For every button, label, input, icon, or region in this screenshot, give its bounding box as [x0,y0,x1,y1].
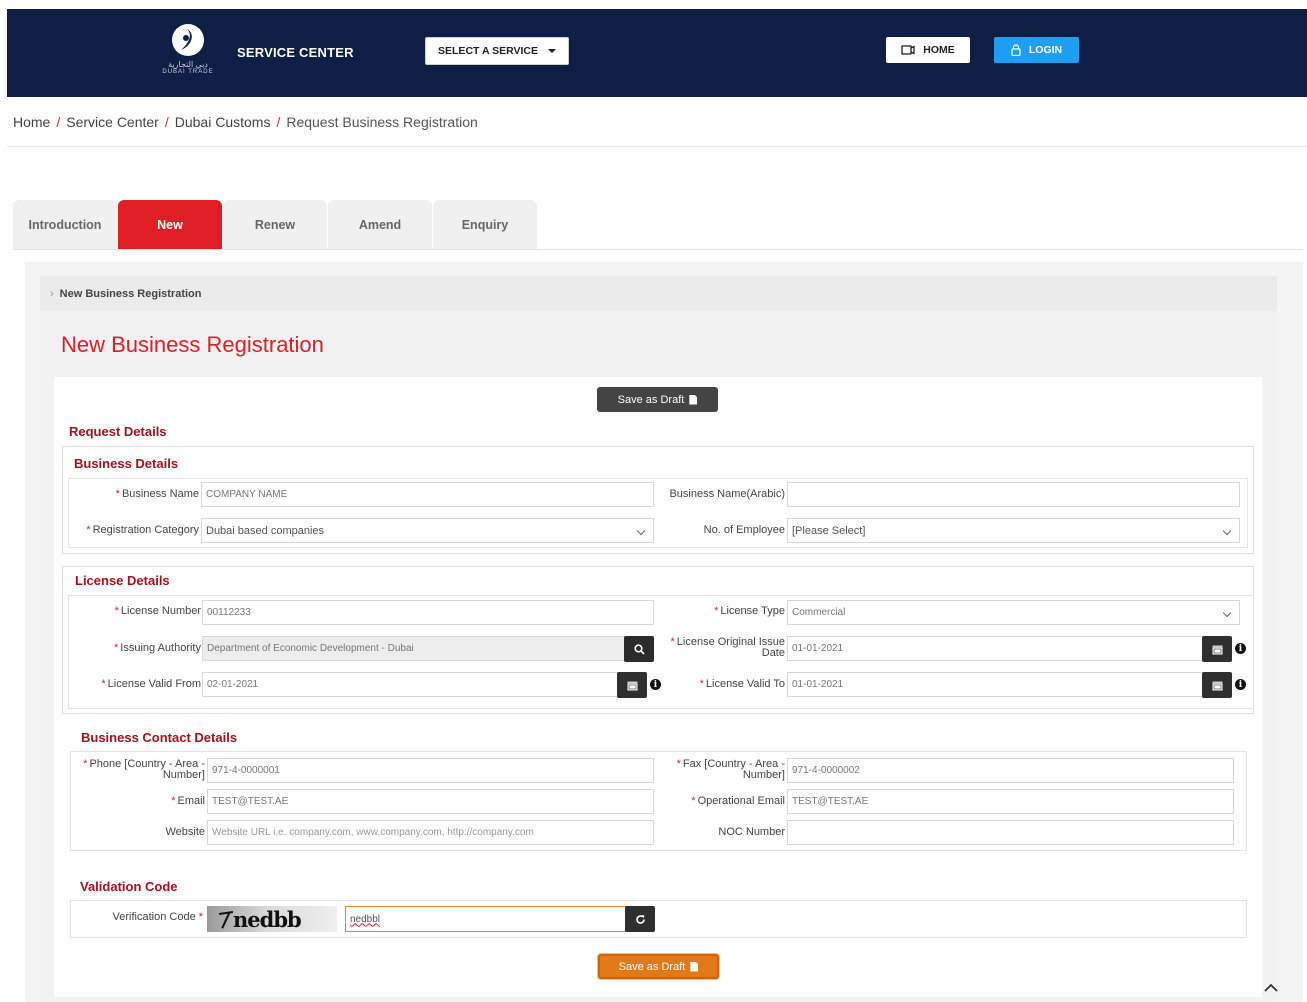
email-input[interactable]: TEST@TEST.AE [207,789,654,814]
select-service-dropdown[interactable]: SELECT A SERVICE [425,37,569,65]
login-button[interactable]: LOGIN [994,37,1079,63]
calendar-icon [627,681,637,690]
top-navigation-bar: ﺩﺑﻲ ﺍﻟﺘﺠﺎﺭﻳﺔ DUBAI TRADE SERVICE CENTER … [7,9,1307,97]
refresh-captcha-button[interactable] [625,906,655,932]
tab-amend[interactable]: Amend [328,200,432,249]
license-valid-to-input[interactable]: 01-01-2021 [787,672,1203,697]
accordion-header[interactable]: › New Business Registration [40,276,1277,311]
calendar-icon [1212,681,1222,690]
noc-number-input[interactable] [787,820,1234,845]
registration-category-select[interactable]: Dubai based companies [201,518,654,543]
breadcrumb-separator: / [164,114,169,130]
validation-code-heading: Validation Code [80,879,178,894]
business-name-label: * Business Name [115,488,199,500]
website-input[interactable]: Website URL i.e. company.com, www.compan… [207,820,654,845]
breadcrumb-home[interactable]: Home [13,114,50,130]
tab-renew[interactable]: Renew [223,200,327,249]
captcha-image: nedbb [207,906,337,932]
contact-details-heading: Business Contact Details [81,730,238,745]
license-issue-date-input[interactable]: 01-01-2021 [787,636,1203,661]
breadcrumb-separator: / [56,114,61,130]
accordion-title: New Business Registration [59,287,202,300]
noc-number-label: NOC Number [718,826,785,838]
issue-date-info-icon[interactable]: i [1235,643,1246,654]
captcha-text: nedbb [233,906,302,932]
license-number-label: * License Number [114,605,201,617]
request-details-heading: Request Details [69,424,167,439]
scroll-to-top-icon[interactable] [1264,980,1278,995]
breadcrumb-divider [7,146,1307,147]
issuing-authority-label: * Issuing Authority [114,642,201,654]
service-tabs: Introduction New Renew Amend Enquiry [13,200,537,249]
file-icon [690,961,699,972]
refresh-icon [635,914,645,924]
breadcrumb: Home / Service Center / Dubai Customs / Reques… [13,114,478,130]
tab-new[interactable]: New [118,200,222,249]
search-icon [633,643,645,655]
tab-introduction[interactable]: Introduction [13,200,117,249]
valid-to-calendar-button[interactable] [1202,672,1232,698]
license-number-input[interactable]: 00112233 [202,600,654,625]
license-valid-from-input[interactable]: 02-01-2021 [202,672,618,697]
business-details-heading: Business Details [74,456,179,471]
license-valid-from-label: * License Valid From [101,678,201,690]
email-label: * Email [171,795,205,807]
caret-down-icon [547,49,556,53]
chevron-right-icon: › [50,287,54,300]
save-as-draft-label: Save as Draft [618,960,686,973]
login-button-label: LOGIN [1028,44,1063,56]
employees-label: No. of Employee [703,524,785,536]
phone-label: * Phone [Country - Area - Number] [83,758,205,781]
valid-from-calendar-button[interactable] [617,672,647,698]
fax-label: * Fax [Country - Area - Number] [676,758,785,781]
save-as-draft-label: Save as Draft [617,393,685,406]
phone-input[interactable]: 971-4-0000001 [207,758,654,783]
logo-arabic-text: ﺩﺑﻲ ﺍﻟﺘﺠﺎﺭﻳﺔ [168,60,208,69]
license-valid-to-label: * License Valid To [699,678,785,690]
tab-enquiry[interactable]: Enquiry [433,200,537,249]
fax-input[interactable]: 971-4-0000002 [787,758,1234,783]
logo-english-text: DUBAI TRADE [162,69,214,75]
breadcrumb-service-center[interactable]: Service Center [66,114,159,130]
license-issue-date-label: * License Original Issue Date [670,636,785,659]
home-button[interactable]: HOME [886,37,970,63]
license-type-select[interactable]: Commercial [787,600,1240,625]
dubai-trade-logo-icon [172,24,204,56]
verification-code-label: Verification Code * [112,911,203,923]
home-button-label: HOME [923,44,955,56]
business-name-arabic-label: Business Name(Arabic) [669,488,785,500]
registration-category-label: * Registration Category [86,524,199,536]
save-as-draft-button-top[interactable]: Save as Draft [597,387,718,412]
breadcrumb-current: Request Business Registration [286,114,478,130]
issuing-authority-input[interactable]: Department of Economic Development - Dub… [202,636,625,661]
employees-select[interactable]: [Please Select] [787,518,1240,543]
license-type-label: * License Type [714,605,785,617]
home-icon [901,45,915,55]
license-details-heading: License Details [75,573,170,588]
business-name-input[interactable]: COMPANY NAME [201,482,654,507]
select-service-label: SELECT A SERVICE [438,45,538,57]
verification-code-input[interactable]: nedbbl [345,906,626,932]
lock-icon [1011,44,1021,56]
save-as-draft-button-bottom[interactable]: Save as Draft [598,954,719,979]
issue-date-calendar-button[interactable] [1202,636,1232,662]
authority-search-button[interactable] [624,636,654,662]
page-title: New Business Registration [61,332,324,357]
service-center-title[interactable]: SERVICE CENTER [237,45,354,60]
tabs-divider [13,249,1303,250]
calendar-icon [1212,645,1222,654]
valid-to-info-icon[interactable]: i [1235,679,1246,690]
file-icon [689,394,698,405]
operational-email-label: * Operational Email [691,795,785,807]
dubai-trade-logo[interactable]: ﺩﺑﻲ ﺍﻟﺘﺠﺎﺭﻳﺔ DUBAI TRADE [152,23,224,85]
breadcrumb-dubai-customs[interactable]: Dubai Customs [175,114,271,130]
business-name-arabic-input[interactable] [787,482,1240,507]
website-label: Website [165,826,205,838]
operational-email-input[interactable]: TEST@TEST.AE [787,789,1234,814]
chevron-up-icon [1264,983,1278,992]
breadcrumb-separator: / [276,114,281,130]
